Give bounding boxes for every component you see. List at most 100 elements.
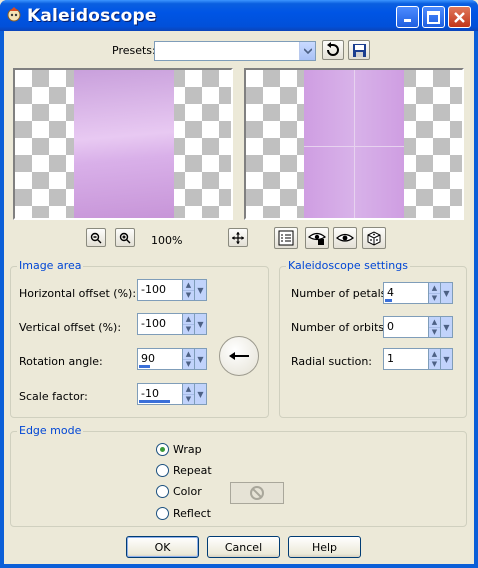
number-of-orbits-value: 0	[387, 320, 394, 333]
auto-proof-button[interactable]	[333, 227, 357, 249]
horizontal-offset-dropdown[interactable]: ▼	[195, 279, 207, 301]
zoom-level: 100%	[151, 234, 183, 247]
chevron-down-icon: ▼	[197, 354, 204, 364]
horizontal-offset-stepper[interactable]: ▲ ▼	[183, 279, 195, 301]
number-of-orbits-stepper[interactable]: ▲ ▼	[429, 316, 441, 338]
number-of-petals-level-bar	[385, 299, 392, 302]
toggle-preview-button[interactable]	[274, 227, 298, 249]
zoom-out-button[interactable]	[86, 228, 106, 247]
rotation-angle-dropdown[interactable]: ▼	[195, 348, 207, 370]
radial-suction-spinner[interactable]: 1 ▲ ▼ ▼	[383, 348, 453, 370]
chevron-down-icon: ▼	[197, 285, 204, 295]
reset-preset-button[interactable]	[322, 40, 344, 60]
zoom-in-icon	[119, 232, 131, 243]
arrow-left-icon	[229, 352, 249, 360]
chevron-down-icon[interactable]: ▼	[429, 358, 440, 370]
chevron-down-icon	[303, 48, 312, 54]
edge-mode-color-radio[interactable]: Color	[156, 485, 202, 498]
ok-button[interactable]: OK	[126, 536, 199, 558]
edge-mode-repeat-radio[interactable]: Repeat	[156, 464, 212, 477]
vertical-offset-field[interactable]: -100	[137, 313, 183, 335]
move-icon	[232, 231, 244, 244]
number-of-orbits-spinner[interactable]: 0 ▲ ▼ ▼	[383, 316, 453, 338]
presets-dropdown[interactable]	[154, 41, 316, 61]
radial-suction-stepper[interactable]: ▲ ▼	[429, 348, 441, 370]
scale-factor-stepper[interactable]: ▲ ▼	[183, 383, 195, 405]
save-preset-button[interactable]	[348, 40, 370, 60]
horizontal-offset-value: -100	[141, 283, 166, 296]
chevron-up-icon[interactable]: ▲	[429, 317, 440, 327]
cancel-button[interactable]: Cancel	[207, 536, 280, 558]
image-area-title: Image area	[17, 259, 84, 272]
chevron-down-icon[interactable]: ▼	[183, 289, 194, 301]
pan-button[interactable]	[228, 228, 248, 247]
chevron-up-icon[interactable]: ▲	[183, 349, 194, 359]
horizontal-offset-field[interactable]: -100	[137, 279, 183, 301]
scale-factor-field[interactable]: -10	[137, 383, 183, 405]
vertical-offset-dropdown[interactable]: ▼	[195, 313, 207, 335]
dice-icon	[367, 231, 381, 246]
number-of-orbits-dropdown[interactable]: ▼	[441, 316, 453, 338]
chevron-down-icon[interactable]: ▼	[429, 292, 440, 304]
reset-arrow-icon	[327, 42, 339, 56]
proof-lock-button[interactable]	[305, 227, 329, 249]
edge-mode-reflect-label: Reflect	[173, 507, 211, 520]
close-icon	[454, 11, 465, 23]
chevron-up-icon[interactable]: ▲	[429, 283, 440, 293]
chevron-up-icon[interactable]: ▲	[183, 280, 194, 290]
edge-mode-reflect-radio[interactable]: Reflect	[156, 507, 211, 520]
result-preview[interactable]	[244, 68, 464, 220]
number-of-petals-dropdown[interactable]: ▼	[441, 282, 453, 304]
rotation-angle-stepper[interactable]: ▲ ▼	[183, 348, 195, 370]
randomize-button[interactable]	[362, 227, 386, 249]
minimize-button[interactable]	[396, 6, 419, 28]
dialog-client-area: Presets: 100% Image area Horizontal offs…	[4, 31, 474, 564]
title-bar[interactable]: Kaleidoscope	[0, 0, 478, 31]
chevron-down-icon[interactable]: ▼	[429, 326, 440, 338]
radial-suction-field[interactable]: 1	[383, 348, 429, 370]
chevron-down-icon[interactable]: ▼	[183, 393, 194, 405]
chevron-up-icon[interactable]: ▲	[429, 349, 440, 359]
close-button[interactable]	[448, 6, 471, 28]
chevron-down-icon: ▼	[443, 322, 450, 332]
number-of-petals-spinner[interactable]: 4 ▲ ▼ ▼	[383, 282, 453, 304]
number-of-petals-field[interactable]: 4	[383, 282, 429, 304]
rotation-dial[interactable]	[219, 336, 259, 376]
number-of-orbits-field[interactable]: 0	[383, 316, 429, 338]
edge-mode-wrap-radio[interactable]: Wrap	[156, 443, 202, 456]
chevron-up-icon[interactable]: ▲	[183, 384, 194, 394]
number-of-petals-label: Number of petals:	[291, 287, 391, 300]
chevron-down-icon[interactable]: ▼	[183, 358, 194, 370]
vertical-offset-label: Vertical offset (%):	[19, 321, 122, 334]
number-of-petals-stepper[interactable]: ▲ ▼	[429, 282, 441, 304]
radio-indicator[interactable]	[156, 507, 169, 520]
radio-indicator[interactable]	[156, 464, 169, 477]
chevron-down-icon[interactable]: ▼	[183, 323, 194, 335]
scale-factor-value: -10	[141, 387, 159, 400]
radio-indicator[interactable]	[156, 443, 169, 456]
presets-dropdown-arrow[interactable]	[299, 42, 315, 60]
scale-factor-spinner[interactable]: -10 ▲ ▼ ▼	[137, 383, 207, 405]
help-button[interactable]: Help	[288, 536, 361, 558]
scale-factor-level-bar	[139, 400, 170, 403]
rotation-angle-spinner[interactable]: 90 ▲ ▼ ▼	[137, 348, 207, 370]
chevron-down-icon: ▼	[443, 354, 450, 364]
chevron-up-icon[interactable]: ▲	[183, 314, 194, 324]
edge-mode-group: Edge mode	[10, 424, 467, 527]
edge-mode-repeat-label: Repeat	[173, 464, 212, 477]
scale-factor-dropdown[interactable]: ▼	[195, 383, 207, 405]
eye-icon	[336, 233, 354, 242]
edge-mode-title: Edge mode	[17, 424, 84, 437]
vertical-offset-stepper[interactable]: ▲ ▼	[183, 313, 195, 335]
eye-lock-icon	[308, 232, 326, 245]
radial-suction-dropdown[interactable]: ▼	[441, 348, 453, 370]
number-of-orbits-label: Number of orbits:	[291, 321, 388, 334]
horizontal-offset-spinner[interactable]: -100 ▲ ▼ ▼	[137, 279, 207, 301]
vertical-offset-spinner[interactable]: -100 ▲ ▼ ▼	[137, 313, 207, 335]
rotation-angle-field[interactable]: 90	[137, 348, 183, 370]
zoom-in-button[interactable]	[115, 228, 135, 247]
source-preview[interactable]	[13, 68, 233, 220]
maximize-button[interactable]	[422, 6, 445, 28]
preview-list-icon	[278, 230, 294, 246]
radio-indicator[interactable]	[156, 485, 169, 498]
